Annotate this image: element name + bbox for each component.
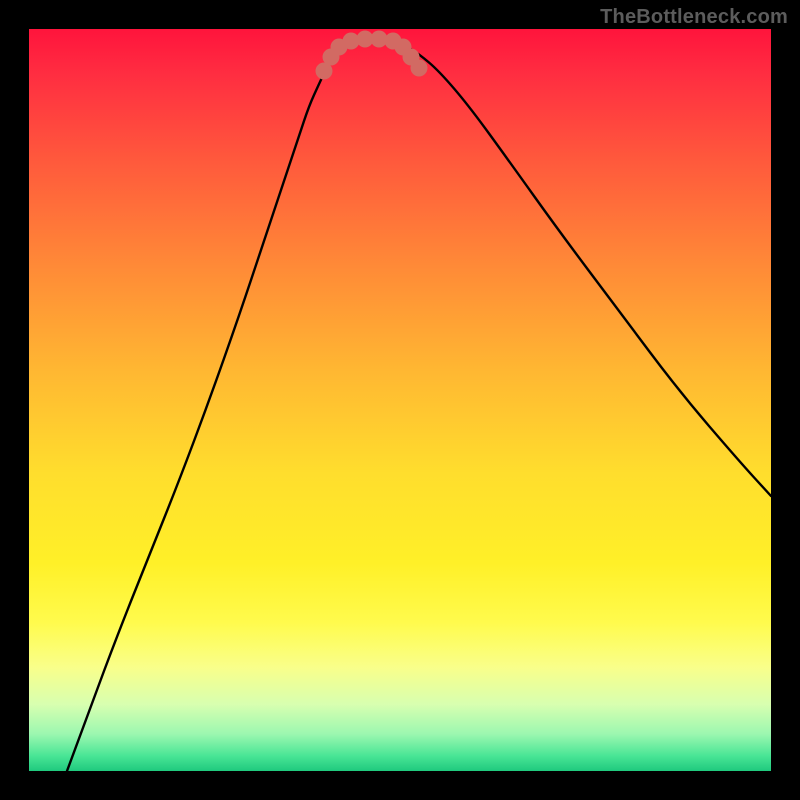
curve-marker bbox=[411, 60, 428, 77]
bottleneck-curve-line bbox=[67, 40, 771, 771]
curve-markers bbox=[316, 31, 428, 80]
watermark-text: TheBottleneck.com bbox=[600, 6, 788, 29]
chart-svg bbox=[29, 29, 771, 771]
chart-plot-area bbox=[29, 29, 771, 771]
